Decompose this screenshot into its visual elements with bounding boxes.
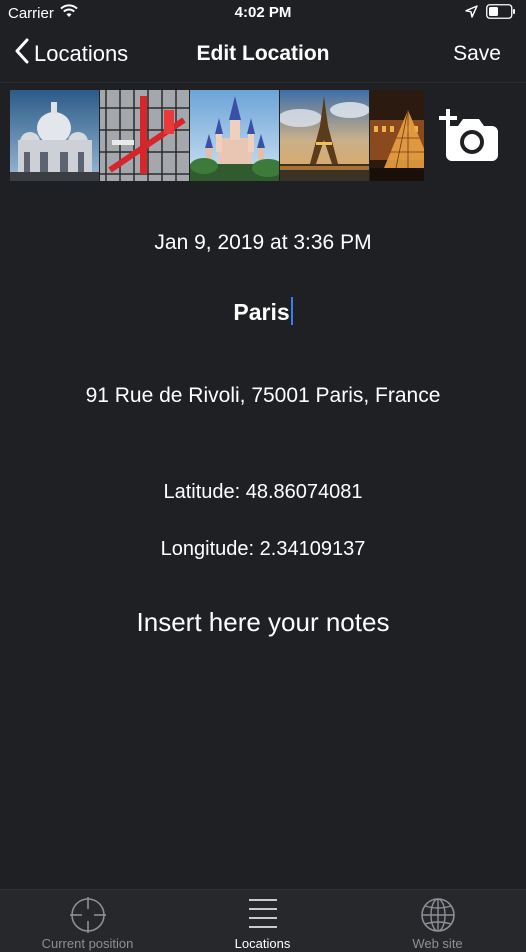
- save-button[interactable]: Save: [453, 42, 501, 66]
- notes-field[interactable]: Insert here your notes: [0, 607, 526, 638]
- basilica-photo: [10, 90, 99, 181]
- tab-label: Web site: [412, 936, 463, 951]
- louvre-pyramid-photo: [370, 90, 424, 181]
- crosshair-icon: [69, 896, 107, 939]
- add-photo-button[interactable]: [438, 104, 500, 164]
- date-label: Jan 9, 2019 at 3:36 PM: [154, 231, 372, 254]
- tab-label: Locations: [234, 936, 291, 951]
- photo-strip[interactable]: [10, 90, 424, 181]
- photo-thumbnail[interactable]: [100, 90, 189, 181]
- globe-icon: [419, 896, 457, 939]
- edit-location-screen: Carrier 4:02 PM Locations Edit Location …: [0, 0, 526, 952]
- location-name-field[interactable]: Paris: [0, 297, 526, 326]
- status-bar: Carrier 4:02 PM: [0, 0, 526, 28]
- battery-icon: [486, 4, 516, 23]
- list-icon: [247, 896, 279, 935]
- text-caret: [290, 297, 293, 325]
- tab-bar: Current position Locations Web site: [0, 889, 526, 952]
- tab-web-site[interactable]: Web site: [350, 890, 525, 952]
- tab-locations[interactable]: Locations: [175, 890, 350, 952]
- photo-thumbnail[interactable]: [280, 90, 369, 181]
- status-time: 4:02 PM: [234, 4, 292, 21]
- tab-label: Current position: [41, 936, 134, 951]
- pompidou-photo: [100, 90, 189, 181]
- castle-photo: [190, 90, 279, 181]
- location-name-value: Paris: [233, 299, 290, 325]
- location-arrow-icon: [465, 5, 478, 22]
- add-camera-icon: [438, 109, 500, 168]
- nav-divider: [0, 82, 526, 83]
- address-label: 91 Rue de Rivoli, 75001 Paris, France: [85, 384, 441, 407]
- status-right: [465, 4, 516, 23]
- eiffel-tower-photo: [280, 90, 369, 181]
- latitude-label: Latitude: 48.86074081: [163, 481, 363, 503]
- navigation-bar: Locations Edit Location Save: [0, 28, 526, 82]
- longitude-label: Longitude: 2.34109137: [160, 538, 366, 560]
- tab-current-position[interactable]: Current position: [0, 890, 175, 952]
- page-title: Edit Location: [196, 42, 330, 65]
- photo-thumbnail[interactable]: [370, 90, 424, 181]
- photo-thumbnail[interactable]: [190, 90, 279, 181]
- photo-thumbnail[interactable]: [10, 90, 99, 181]
